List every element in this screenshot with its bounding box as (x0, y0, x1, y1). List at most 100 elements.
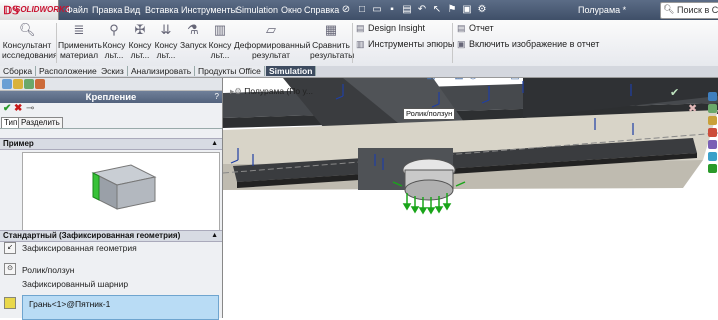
document-title: Полурама * (578, 5, 627, 15)
solidworks-logo[interactable]: 𝔻𝕊 SOLIDWORKS (0, 0, 70, 20)
view-palette-icon[interactable] (708, 128, 717, 137)
advisor-button-2[interactable]: ✠ Консу льт... (128, 22, 152, 60)
plot-tools-icon: ▥ (356, 39, 365, 49)
property-manager: Крепление ? ✔ ✖ ⊸ Тип Разделить Пример ▲… (0, 78, 223, 320)
menu-insert[interactable]: Вставка (145, 5, 178, 15)
tab-office-products[interactable]: Продукты Office (195, 66, 265, 76)
run-button[interactable]: ⚗ Запуск (180, 22, 207, 50)
fixtures-icon: ✠ (134, 22, 146, 37)
appearance-manager-icon[interactable] (35, 79, 45, 89)
tab-layout[interactable]: Расположение (36, 66, 101, 76)
simulation-advisor-icon[interactable] (708, 164, 717, 173)
panel-subtabs: Тип Разделить (0, 117, 222, 129)
select-icon[interactable]: ↖ (431, 4, 443, 16)
menu-help[interactable]: Справка (304, 5, 339, 15)
cancel-corner-icon[interactable]: ✖ (688, 102, 697, 115)
apply-material-button[interactable]: ≣ Применить материал (58, 22, 102, 60)
pin-icon[interactable]: ⊘ (340, 4, 352, 16)
option-fixed-hinge[interactable]: Зафиксированный шарнир (22, 279, 128, 289)
cancel-corner[interactable]: ✖ (686, 102, 702, 116)
menu-tools[interactable]: Инструменты (181, 5, 237, 15)
menu-file[interactable]: Файл (66, 5, 88, 15)
search-input[interactable]: 🔍︎ Поиск в Спра (660, 2, 718, 19)
rebuild-icon[interactable]: ⚑ (446, 4, 458, 16)
selection-list[interactable]: Грань<1>@Пятник-1 (22, 295, 219, 320)
compare-results-button[interactable]: ▦ Сравнить результаты (310, 22, 354, 60)
selection-item[interactable]: Грань<1>@Пятник-1 (29, 299, 110, 309)
property-manager-icon[interactable] (13, 79, 23, 89)
custom-properties-icon[interactable] (708, 152, 717, 161)
tab-assembly[interactable]: Сборка (0, 66, 37, 76)
new-doc-icon[interactable]: □ (356, 4, 368, 16)
tab-sketch[interactable]: Эскиз (98, 66, 128, 76)
option-roller-slider[interactable]: Ролик/ползун (22, 265, 74, 275)
panel-actions: ✔ ✖ ⊸ (0, 103, 222, 115)
help-icon[interactable]: ? (215, 92, 219, 101)
advisor-button-4[interactable]: ▥ Консу льт... (208, 22, 232, 60)
advisor-button-3[interactable]: ⇊ Консу льт... (154, 22, 178, 60)
fixed-geometry-icon[interactable]: ↙ (4, 242, 16, 254)
resources-icon[interactable] (708, 92, 717, 101)
apply-scene-icon[interactable]: ◐ (495, 78, 507, 82)
menu-window[interactable]: Окно (281, 5, 302, 15)
menu-simulation[interactable]: Simulation (236, 5, 278, 15)
example-preview (22, 152, 220, 232)
previous-view-icon[interactable]: ↺ (411, 78, 423, 82)
study-advisor-icon: 🔍︎ (19, 22, 36, 37)
menu-view[interactable]: Вид (124, 5, 140, 15)
model-view[interactable] (223, 78, 718, 318)
feature-tree-flyout[interactable]: ▸⚙︎ Полурама (По у... (230, 86, 313, 97)
advisor-label-2: Консу льт... (128, 40, 152, 60)
pushpin-icon[interactable]: ⊸ (26, 103, 34, 114)
confirm-icon[interactable]: ✔ (670, 86, 679, 99)
option-fixed-geometry[interactable]: Зафиксированная геометрия (22, 243, 137, 253)
options-icon[interactable]: ⚙ (476, 4, 488, 16)
open-icon[interactable]: ▭ (371, 4, 383, 16)
display-style-icon[interactable]: ▩ (453, 78, 465, 82)
plot-tools-button[interactable]: ▥ Инструменты эпюры (356, 39, 454, 50)
zoom-fit-icon[interactable]: ⌕ (383, 78, 395, 82)
hide-show-icon[interactable]: ◎ (467, 78, 479, 82)
search-icon: 🔍︎ (663, 4, 675, 14)
example-block-image (91, 164, 157, 210)
report-button[interactable]: ▤ Отчет (457, 23, 494, 34)
confirmation-corner[interactable]: ✔ (668, 86, 688, 100)
include-image-button[interactable]: ▣ Включить изображение в отчет (457, 39, 599, 50)
config-manager-icon[interactable] (24, 79, 34, 89)
design-library-icon[interactable] (708, 104, 717, 113)
print-icon[interactable]: ▤ (401, 4, 413, 16)
feature-tree-icon[interactable] (2, 79, 12, 89)
file-explorer-icon[interactable] (708, 116, 717, 125)
menu-bar: 𝔻𝕊 SOLIDWORKS Файл Правка Вид Вставка Ин… (0, 0, 718, 20)
graphics-viewport[interactable]: ▸⚙︎ Полурама (По у... Ролик/ползун ⌕ ⊕ ↺… (223, 78, 718, 318)
save-icon[interactable]: ▪ (386, 4, 398, 16)
appearances-icon[interactable] (708, 140, 717, 149)
standard-section-header[interactable]: Стандартный (Зафиксированная геометрия) … (0, 230, 222, 242)
menu-edit[interactable]: Правка (92, 5, 122, 15)
file-props-icon[interactable]: ▣ (461, 4, 473, 16)
selected-faces-icon (4, 297, 16, 309)
view-settings-icon[interactable]: ▤ (509, 78, 521, 82)
design-insight-button[interactable]: ▤ Design Insight (356, 23, 425, 34)
tab-split[interactable]: Разделить (18, 117, 63, 128)
design-insight-icon: ▤ (356, 23, 365, 33)
view-orientation-icon[interactable]: ❒ (439, 78, 451, 82)
cancel-icon[interactable]: ✖ (14, 103, 22, 114)
tab-simulation[interactable]: Simulation (266, 66, 317, 76)
roller-slider-icon[interactable]: ⊙ (4, 263, 16, 275)
ok-icon[interactable]: ✔ (3, 103, 11, 114)
standard-section-title: Стандартный (Зафиксированная геометрия) (3, 231, 181, 240)
search-placeholder: Поиск в Спра (677, 5, 718, 15)
panel-title: Крепление (85, 92, 137, 103)
section-view-icon[interactable]: ◧ (425, 78, 437, 82)
tab-evaluate[interactable]: Анализировать (128, 66, 196, 76)
logo-text: SOLIDWORKS (15, 5, 71, 14)
undo-icon[interactable]: ↶ (416, 4, 428, 16)
study-advisor-button[interactable]: 🔍︎ Консультант исследования (2, 22, 58, 60)
advisor-button-1[interactable]: ⚲ Консу льт... (102, 22, 126, 60)
loads-icon: ⇊ (160, 22, 172, 37)
edit-appearance-icon[interactable]: ● (481, 78, 493, 82)
zoom-area-icon[interactable]: ⊕ (397, 78, 409, 82)
deformed-result-button[interactable]: ▱ Деформированный результат (234, 22, 310, 60)
example-section-header[interactable]: Пример ▲ (0, 138, 222, 150)
